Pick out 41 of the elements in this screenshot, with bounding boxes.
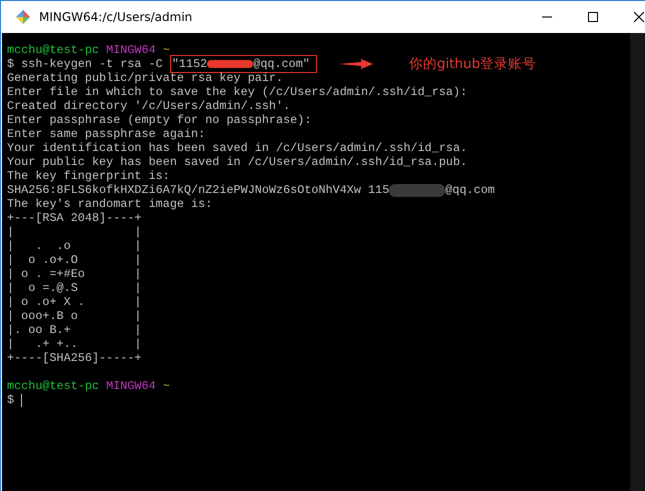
prompt-path: ~: [162, 43, 170, 57]
output-line: | |: [7, 225, 142, 239]
output-line: | ooo+.B o |: [7, 309, 142, 323]
prompt-path: ~: [162, 379, 170, 393]
output-line: The key's randomart image is:: [7, 197, 212, 211]
output-line: +---[RSA 2048]----+: [7, 211, 142, 225]
output-line: | o .o+.O |: [7, 253, 142, 267]
output-line: Enter same passphrase again:: [7, 127, 206, 141]
output-line: The key fingerprint is:: [7, 169, 170, 183]
output-line: SHA256:8FLS6kofkHXDZi6A7kQ/nZ2iePWJNoWz6sOtoNhV4Xw 115: [7, 183, 390, 197]
text-cursor: [21, 394, 22, 406]
output-line: |. oo B.+ |: [7, 323, 142, 337]
output-line: @qq.com: [445, 183, 495, 197]
output-line: | o . =+#Eo |: [7, 267, 142, 281]
output-line: Created directory '/c/Users/admin/.ssh'.: [7, 99, 290, 113]
output-line: Enter passphrase (empty for no passphrase):: [7, 113, 312, 127]
diamond-icon: [15, 9, 31, 25]
output-line: | . .o |: [7, 239, 142, 253]
prompt-user: mcchu@test-pc: [7, 379, 100, 393]
output-line: Generating public/private rsa key pair.: [7, 71, 284, 85]
output-line: Your public key has been saved in /c/Users/admin/.ssh/id_rsa.pub.: [7, 155, 468, 169]
annotation-text: 你的github登录账号: [408, 57, 536, 71]
output-line: Enter file in which to save the key (/c/Users/admin/.ssh/id_rsa):: [7, 85, 468, 99]
email-end: @qq.com": [253, 57, 310, 71]
window-title: MINGW64:/c/Users/admin: [39, 10, 192, 24]
email-start: "1152: [172, 57, 208, 71]
output-line: | o .o+ X . |: [7, 295, 142, 309]
maximize-icon[interactable]: [587, 11, 599, 23]
prompt-user: mcchu@test-pc: [7, 43, 100, 57]
output-line: Your identification has been saved in /c/Users/admin/.ssh/id_rsa.: [7, 141, 468, 155]
prompt-sign: $: [7, 393, 14, 407]
scrollbar[interactable]: [630, 33, 645, 491]
close-icon[interactable]: [633, 11, 645, 23]
redaction-smudge: [389, 184, 446, 196]
prompt-shell: MINGW64: [106, 43, 156, 57]
prompt-shell: MINGW64: [106, 379, 156, 393]
output-line: +----[SHA256]-----+: [7, 351, 142, 365]
redaction-blot: [207, 60, 254, 68]
output-line: | .+ +.. |: [7, 337, 142, 351]
command-text: $ ssh-keygen -t rsa -C: [7, 57, 163, 71]
output-line: | o =.@.S |: [7, 281, 142, 295]
